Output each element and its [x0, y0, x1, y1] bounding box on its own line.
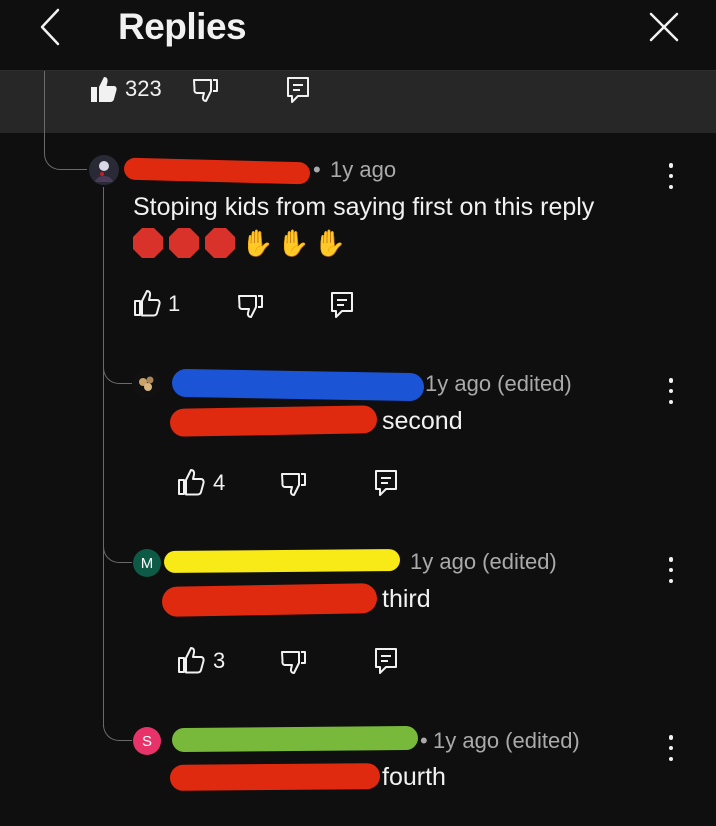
thread-connector	[103, 712, 132, 741]
redacted-mention	[161, 583, 378, 617]
more-options-icon[interactable]	[667, 378, 675, 404]
reply-icon[interactable]	[373, 468, 399, 498]
like-outline-icon[interactable]	[177, 645, 205, 675]
emoji-row: ✋✋✋	[133, 227, 350, 259]
comment-timestamp: 1y ago (edited)	[410, 549, 557, 574]
redacted-username	[163, 548, 401, 574]
thread-connector	[103, 535, 132, 563]
comment-text: Stoping kids from saying first on this r…	[133, 193, 595, 221]
page-title: Replies	[118, 6, 247, 47]
like-count: 3	[213, 648, 226, 673]
comment-timestamp: 1y ago (edited)	[425, 371, 572, 396]
reply-icon[interactable]	[329, 290, 355, 320]
comment-text: third	[382, 585, 431, 613]
thread-line	[44, 71, 45, 133]
avatar[interactable]	[89, 155, 119, 185]
comment-text: fourth	[382, 763, 446, 791]
dislike-icon[interactable]	[191, 76, 219, 104]
comment-timestamp: 1y ago (edited)	[433, 728, 580, 753]
like-count: 323	[125, 76, 162, 101]
reply-icon[interactable]	[285, 75, 311, 105]
like-icon[interactable]	[88, 74, 118, 104]
dislike-icon[interactable]	[279, 648, 307, 676]
thread-connector	[44, 133, 87, 170]
reply-icon[interactable]	[373, 646, 399, 676]
back-icon[interactable]	[36, 8, 66, 46]
dislike-icon[interactable]	[279, 470, 307, 498]
stop-sign-icon	[205, 228, 235, 258]
redacted-username	[171, 368, 425, 402]
meta-separator: •	[313, 157, 321, 182]
like-outline-icon[interactable]	[133, 288, 161, 318]
avatar[interactable]: S	[133, 727, 161, 755]
raised-hand-emojis: ✋✋✋	[241, 228, 351, 258]
stop-sign-icon	[133, 228, 163, 258]
dislike-icon[interactable]	[236, 292, 264, 320]
close-icon[interactable]	[648, 11, 680, 43]
more-options-icon[interactable]	[667, 163, 675, 189]
redacted-mention	[169, 405, 378, 437]
like-outline-icon[interactable]	[177, 467, 205, 497]
redacted-username	[123, 157, 311, 185]
meta-separator: •	[420, 728, 428, 753]
like-count: 1	[168, 291, 181, 316]
thread-connector	[103, 355, 132, 384]
like-count: 4	[213, 470, 226, 495]
thread-line	[103, 187, 104, 727]
avatar[interactable]	[133, 370, 161, 398]
comment-timestamp: 1y ago	[330, 157, 397, 182]
more-options-icon[interactable]	[667, 735, 675, 761]
avatar[interactable]: M	[133, 549, 161, 577]
redacted-mention	[169, 763, 381, 791]
comment-text: second	[382, 407, 463, 435]
redacted-username	[171, 725, 419, 753]
replies-header: Replies	[0, 0, 716, 71]
stop-sign-icon	[169, 228, 199, 258]
more-options-icon[interactable]	[667, 557, 675, 583]
